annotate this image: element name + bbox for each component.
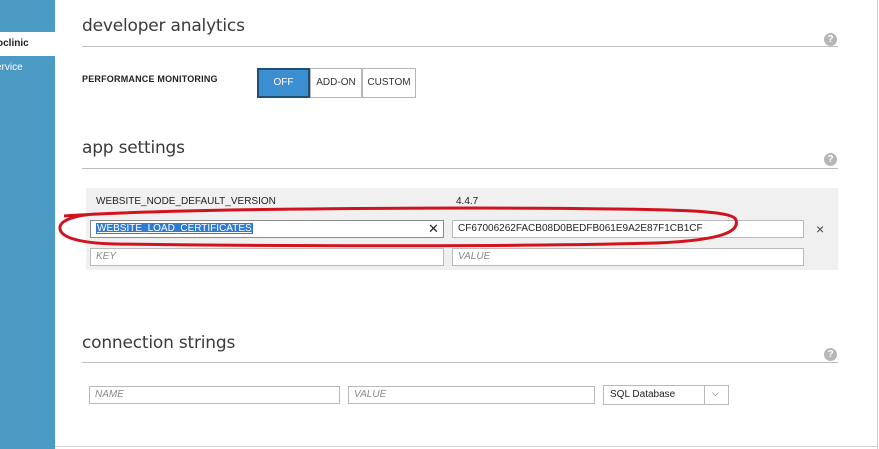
perf-option-custom-button[interactable]: CUSTOM (362, 68, 416, 98)
performance-monitoring-label: PERFORMANCE MONITORING (82, 74, 218, 84)
chevron-down-icon[interactable]: ⌵ (712, 388, 719, 399)
frame-border-bottom (55, 446, 878, 447)
frame-border-right (877, 0, 878, 449)
connection-type-select[interactable]: SQL Database (603, 385, 729, 405)
question-icon[interactable]: ? (824, 153, 837, 166)
app-settings-title: app settings (82, 138, 185, 158)
sidebar-item-service[interactable]: ervice (0, 56, 55, 80)
perf-option-addon-button[interactable]: ADD-ON (310, 68, 362, 98)
select-divider (704, 386, 705, 404)
question-icon[interactable]: ? (824, 33, 837, 46)
sidebar-item-oclinic[interactable]: oclinic (0, 32, 55, 56)
developer-analytics-title: developer analytics (82, 16, 245, 36)
connection-strings-title: connection strings (82, 333, 236, 353)
left-nav-sidebar: oclinic ervice (0, 0, 55, 449)
delete-row-icon[interactable]: × (816, 222, 824, 236)
question-icon[interactable]: ? (824, 348, 837, 361)
section-divider (82, 46, 838, 47)
section-divider (82, 168, 838, 169)
new-key-input[interactable]: KEY (90, 248, 444, 266)
new-value-input[interactable]: VALUE (452, 248, 804, 266)
section-divider (82, 362, 838, 363)
perf-option-off-button[interactable]: OFF (257, 68, 310, 98)
connection-value-input[interactable]: VALUE (348, 386, 595, 404)
connection-name-input[interactable]: NAME (89, 386, 340, 404)
red-highlight-annotation (58, 206, 738, 248)
